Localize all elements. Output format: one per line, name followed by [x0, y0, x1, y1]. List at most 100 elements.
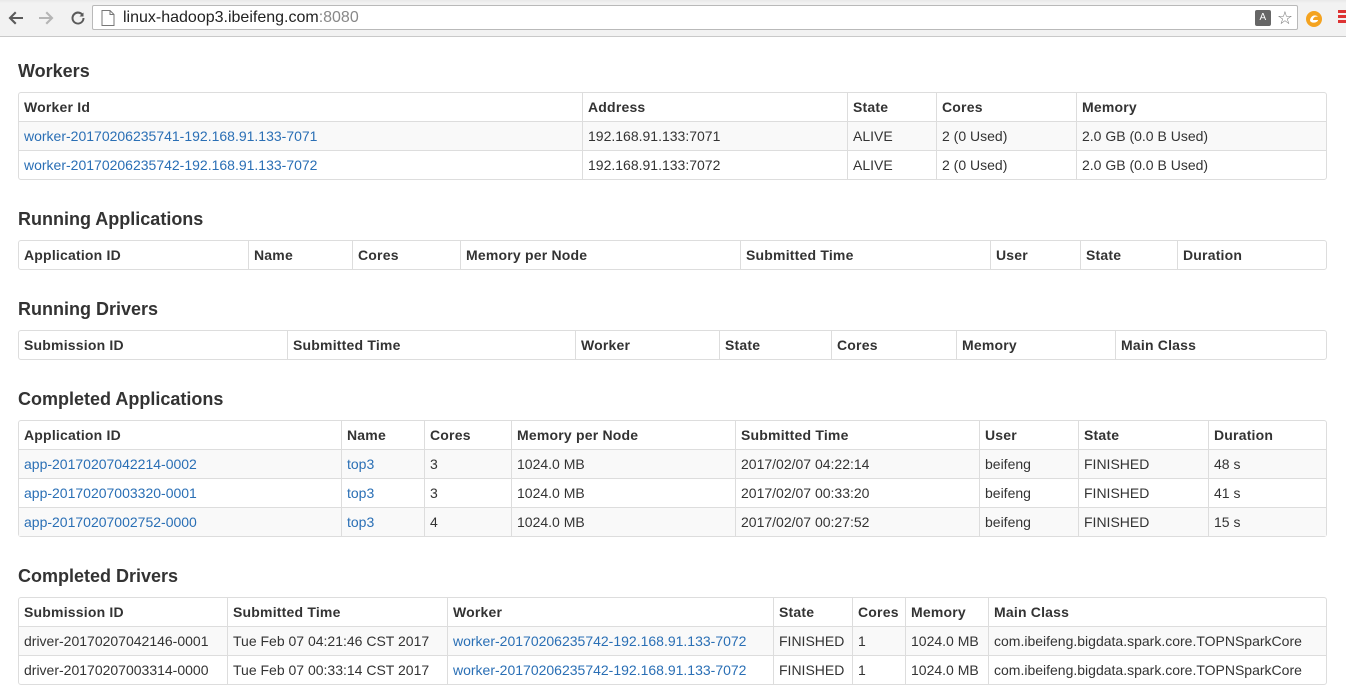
cell-memory-per-node: 1024.0 MB: [511, 449, 735, 478]
cell-application-id: app-20170207003320-0001: [19, 478, 341, 507]
col-application-id[interactable]: Application ID: [19, 421, 341, 449]
col-user[interactable]: User: [979, 421, 1078, 449]
url-host: linux-hadoop3.ibeifeng.com: [123, 8, 319, 26]
cell-address: 192.168.91.133:7071: [582, 121, 847, 150]
col-name[interactable]: Name: [341, 421, 424, 449]
completed-drivers-table: Submission ID Submitted Time Worker Stat…: [18, 597, 1327, 685]
workers-title: Workers: [18, 61, 90, 81]
col-memory[interactable]: Memory: [956, 331, 1115, 359]
col-cores[interactable]: Cores: [852, 598, 905, 626]
application-name-link[interactable]: top3: [347, 485, 374, 501]
col-submitted-time[interactable]: Submitted Time: [740, 241, 990, 269]
completed-drivers-title: Completed Drivers: [18, 566, 179, 586]
table-row: driver-20170207042146-0001 Tue Feb 07 04…: [19, 626, 1326, 655]
application-link[interactable]: app-20170207002752-0000: [24, 514, 197, 530]
col-state[interactable]: State: [773, 598, 852, 626]
col-state[interactable]: State: [1078, 421, 1208, 449]
col-state[interactable]: State: [1080, 241, 1177, 269]
workers-section: Workers Worker Id Address State Cores Me…: [18, 61, 1327, 180]
cell-cores: 1: [852, 655, 905, 684]
cell-submission-id: driver-20170207003314-0000: [19, 655, 227, 684]
cell-state: FINISHED: [1078, 507, 1208, 536]
cell-memory: 2.0 GB (0.0 B Used): [1076, 150, 1326, 179]
col-main-class[interactable]: Main Class: [988, 598, 1326, 626]
col-memory[interactable]: Memory: [905, 598, 988, 626]
col-name[interactable]: Name: [248, 241, 352, 269]
cell-name: top3: [341, 449, 424, 478]
browser-menu-icon[interactable]: [1338, 10, 1346, 26]
col-main-class[interactable]: Main Class: [1115, 331, 1326, 359]
page-icon: [101, 9, 115, 26]
cell-worker: worker-20170206235742-192.168.91.133-707…: [447, 655, 773, 684]
cell-state: FINISHED: [773, 626, 852, 655]
running-drivers-title: Running Drivers: [18, 299, 159, 319]
col-worker[interactable]: Worker: [447, 598, 773, 626]
col-application-id[interactable]: Application ID: [19, 241, 248, 269]
cell-worker-id: worker-20170206235742-192.168.91.133-707…: [19, 150, 582, 179]
table-row: app-20170207003320-0001 top3 3 1024.0 MB…: [19, 478, 1326, 507]
cell-address: 192.168.91.133:7072: [582, 150, 847, 179]
bookmark-star-icon[interactable]: ☆: [1277, 9, 1293, 27]
cell-state: FINISHED: [1078, 449, 1208, 478]
cell-state: FINISHED: [1078, 478, 1208, 507]
col-submitted-time[interactable]: Submitted Time: [735, 421, 979, 449]
application-name-link[interactable]: top3: [347, 456, 374, 472]
col-memory-per-node[interactable]: Memory per Node: [511, 421, 735, 449]
extension-icon[interactable]: [1304, 8, 1324, 28]
col-cores[interactable]: Cores: [424, 421, 511, 449]
cell-memory: 1024.0 MB: [905, 655, 988, 684]
col-submitted-time[interactable]: Submitted Time: [287, 331, 575, 359]
worker-link[interactable]: worker-20170206235742-192.168.91.133-707…: [453, 662, 746, 678]
col-memory[interactable]: Memory: [1076, 93, 1326, 121]
cell-cores: 3: [424, 478, 511, 507]
running-applications-title: Running Applications: [18, 209, 204, 229]
col-memory-per-node[interactable]: Memory per Node: [460, 241, 740, 269]
col-submitted-time[interactable]: Submitted Time: [227, 598, 447, 626]
table-row: app-20170207042214-0002 top3 3 1024.0 MB…: [19, 449, 1326, 478]
cell-main-class: com.ibeifeng.bigdata.spark.core.TOPNSpar…: [988, 655, 1326, 684]
col-worker[interactable]: Worker: [575, 331, 719, 359]
col-submission-id[interactable]: Submission ID: [19, 598, 227, 626]
cell-submitted-time: 2017/02/07 00:27:52: [735, 507, 979, 536]
cell-cores: 3: [424, 449, 511, 478]
cell-main-class: com.ibeifeng.bigdata.spark.core.TOPNSpar…: [988, 626, 1326, 655]
col-state[interactable]: State: [847, 93, 936, 121]
col-cores[interactable]: Cores: [831, 331, 956, 359]
completed-applications-section: Completed Applications Application ID Na…: [18, 389, 1327, 537]
col-state[interactable]: State: [719, 331, 831, 359]
running-applications-table: Application ID Name Cores Memory per Nod…: [18, 240, 1327, 270]
cell-submitted-time: 2017/02/07 00:33:20: [735, 478, 979, 507]
cell-duration: 41 s: [1208, 478, 1326, 507]
reload-icon[interactable]: [67, 7, 89, 29]
table-row: driver-20170207003314-0000 Tue Feb 07 00…: [19, 655, 1326, 684]
cell-worker: worker-20170206235742-192.168.91.133-707…: [447, 626, 773, 655]
url-port: :8080: [318, 8, 359, 26]
cell-cores: 1: [852, 626, 905, 655]
col-worker-id[interactable]: Worker Id: [19, 93, 582, 121]
translate-icon[interactable]: A: [1254, 9, 1271, 26]
application-link[interactable]: app-20170207042214-0002: [24, 456, 197, 472]
back-icon[interactable]: [5, 7, 27, 29]
col-cores[interactable]: Cores: [352, 241, 460, 269]
worker-link[interactable]: worker-20170206235741-192.168.91.133-707…: [24, 128, 317, 144]
col-duration[interactable]: Duration: [1177, 241, 1326, 269]
col-address[interactable]: Address: [582, 93, 847, 121]
cell-submission-id: driver-20170207042146-0001: [19, 626, 227, 655]
col-user[interactable]: User: [990, 241, 1080, 269]
application-link[interactable]: app-20170207003320-0001: [24, 485, 197, 501]
forward-icon[interactable]: [35, 7, 57, 29]
worker-link[interactable]: worker-20170206235742-192.168.91.133-707…: [24, 157, 317, 173]
cell-worker-id: worker-20170206235741-192.168.91.133-707…: [19, 121, 582, 150]
running-drivers-table: Submission ID Submitted Time Worker Stat…: [18, 330, 1327, 360]
cell-duration: 15 s: [1208, 507, 1326, 536]
cell-cores: 2 (0 Used): [936, 150, 1076, 179]
col-cores[interactable]: Cores: [936, 93, 1076, 121]
col-submission-id[interactable]: Submission ID: [19, 331, 287, 359]
address-bar[interactable]: linux-hadoop3.ibeifeng.com:8080 A ☆: [92, 5, 1298, 30]
cell-name: top3: [341, 507, 424, 536]
running-drivers-section: Running Drivers Submission ID Submitted …: [18, 299, 1327, 360]
browser-toolbar: linux-hadoop3.ibeifeng.com:8080 A ☆: [0, 0, 1346, 37]
worker-link[interactable]: worker-20170206235742-192.168.91.133-707…: [453, 633, 746, 649]
col-duration[interactable]: Duration: [1208, 421, 1326, 449]
application-name-link[interactable]: top3: [347, 514, 374, 530]
